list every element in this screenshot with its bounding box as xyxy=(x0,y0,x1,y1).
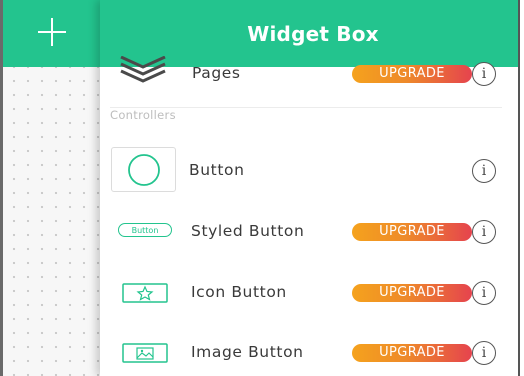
widget-label: Icon Button xyxy=(191,283,287,301)
upgrade-badge[interactable]: UPGRADE xyxy=(352,65,472,83)
pages-stack-icon xyxy=(118,55,168,90)
panel-edge xyxy=(518,0,524,376)
panel-title: Widget Box xyxy=(247,21,379,46)
section-label-controllers: Controllers xyxy=(110,108,176,122)
widget-row-button[interactable]: Button i xyxy=(100,140,518,200)
upgrade-badge[interactable]: UPGRADE xyxy=(352,284,472,302)
upgrade-badge[interactable]: UPGRADE xyxy=(352,223,472,241)
add-widget-button[interactable] xyxy=(0,0,100,67)
circle-button-icon xyxy=(111,147,176,192)
star-button-icon xyxy=(122,283,168,307)
styled-button-icon: Button xyxy=(118,223,172,237)
widget-row-icon-button[interactable]: Icon Button UPGRADE i xyxy=(100,275,518,311)
upgrade-badge[interactable]: UPGRADE xyxy=(352,344,472,362)
widget-label: Styled Button xyxy=(191,222,305,240)
info-icon[interactable]: i xyxy=(472,341,496,365)
info-icon[interactable]: i xyxy=(472,62,496,86)
widget-box-panel: Widget Box Pages UPGRADE i Controllers B… xyxy=(100,0,518,376)
info-icon[interactable]: i xyxy=(472,281,496,305)
widget-row-pages[interactable]: Pages UPGRADE i xyxy=(100,55,518,92)
widget-label: Pages xyxy=(192,64,241,82)
widget-label: Image Button xyxy=(191,343,304,361)
widget-row-styled-button[interactable]: Button Styled Button UPGRADE i xyxy=(100,214,518,250)
widget-label: Button xyxy=(189,161,245,179)
image-button-icon xyxy=(122,343,168,367)
plus-icon xyxy=(35,15,69,53)
widget-row-image-button[interactable]: Image Button UPGRADE i xyxy=(100,335,518,371)
info-icon[interactable]: i xyxy=(472,220,496,244)
info-icon[interactable]: i xyxy=(472,159,496,183)
